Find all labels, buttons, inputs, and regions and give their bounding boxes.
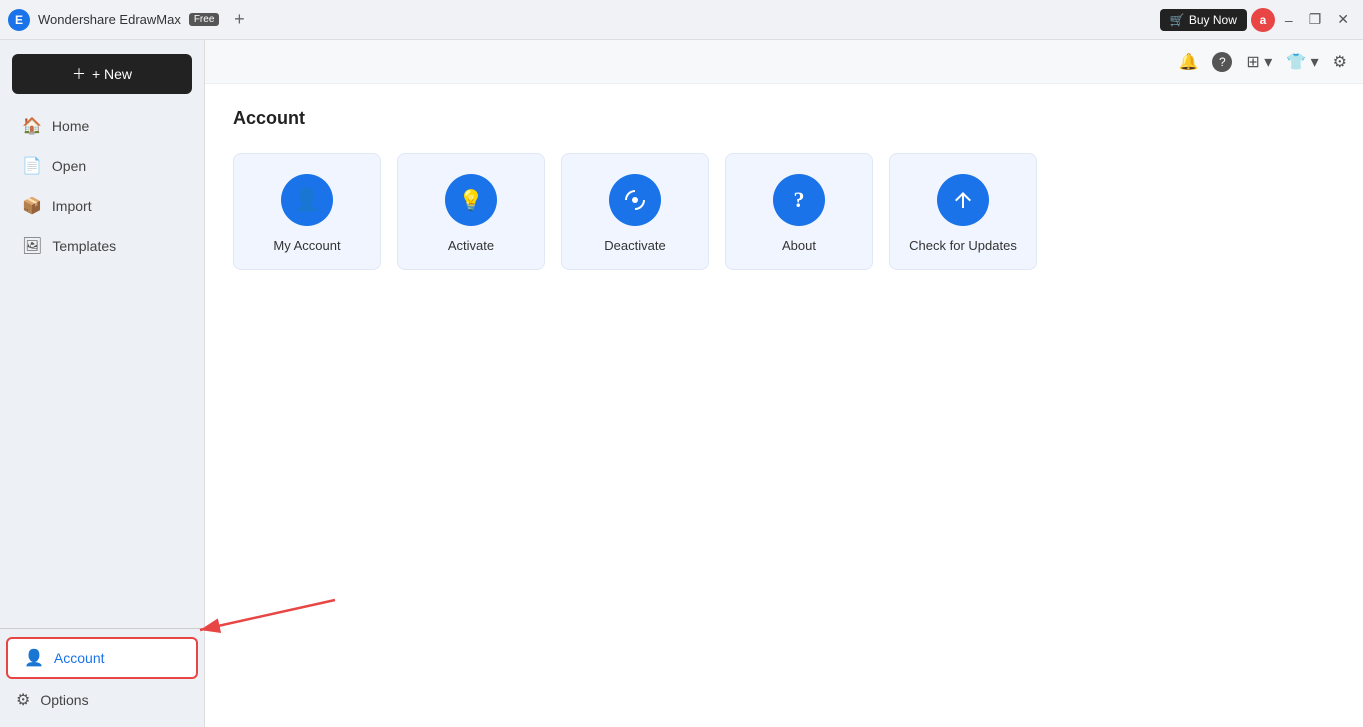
titlebar-right: 🛒 Buy Now a – ❐ ✕ [1160, 8, 1355, 32]
gear-icon[interactable]: ⚙ [1333, 52, 1347, 72]
sidebar-item-options[interactable]: ⚙ Options [0, 681, 204, 719]
sidebar-item-open[interactable]: 📄 Open [6, 147, 198, 185]
content-area: Account 👤 My Account 💡 Activate [205, 84, 1363, 727]
card-activate[interactable]: 💡 Activate [397, 153, 545, 270]
page-title: Account [233, 108, 1335, 129]
maximize-button[interactable]: ❐ [1303, 9, 1328, 30]
shirt-icon[interactable]: 👕 ▾ [1286, 52, 1318, 72]
home-icon: 🏠 [22, 116, 42, 136]
card-about[interactable]: ? About [725, 153, 873, 270]
cards-grid: 👤 My Account 💡 Activate [233, 153, 1335, 270]
buy-now-button[interactable]: 🛒 Buy Now [1160, 9, 1247, 31]
new-tab-button[interactable]: + [227, 8, 251, 32]
open-icon: 📄 [22, 156, 42, 176]
new-button[interactable]: ＋ + New [12, 54, 192, 94]
titlebar-left: E Wondershare EdrawMax Free + [8, 8, 251, 32]
help-icon[interactable]: ? [1212, 52, 1232, 72]
close-button[interactable]: ✕ [1331, 9, 1355, 30]
card-my-account[interactable]: 👤 My Account [233, 153, 381, 270]
sidebar-item-templates[interactable]: 🖼 Templates [6, 227, 198, 265]
card-deactivate[interactable]: Deactivate [561, 153, 709, 270]
app-title: Wondershare EdrawMax [38, 12, 181, 27]
grid-icon[interactable]: ⊞ ▾ [1246, 52, 1272, 72]
titlebar: E Wondershare EdrawMax Free + 🛒 Buy Now … [0, 0, 1363, 40]
minimize-button[interactable]: – [1279, 10, 1299, 30]
user-avatar[interactable]: a [1251, 8, 1275, 32]
app-logo: E [8, 9, 30, 31]
card-check-updates[interactable]: Check for Updates [889, 153, 1037, 270]
my-account-icon: 👤 [281, 174, 333, 226]
sidebar-item-home[interactable]: 🏠 Home [6, 107, 198, 145]
options-icon: ⚙ [16, 690, 30, 710]
activate-icon: 💡 [445, 174, 497, 226]
templates-icon: 🖼 [22, 236, 42, 256]
toolbar: 🔔 ? ⊞ ▾ 👕 ▾ ⚙ [205, 40, 1363, 84]
free-badge: Free [189, 13, 220, 26]
deactivate-icon [609, 174, 661, 226]
sidebar-bottom: 👤 Account ⚙ Options [0, 628, 204, 719]
main-layout: ＋ + New 🏠 Home 📄 Open 📦 Import 🖼 Templat… [0, 40, 1363, 727]
about-icon: ? [773, 174, 825, 226]
plus-icon: ＋ [72, 64, 86, 84]
sidebar-item-import[interactable]: 📦 Import [6, 187, 198, 225]
bell-icon[interactable]: 🔔 [1178, 52, 1198, 72]
import-icon: 📦 [22, 196, 42, 216]
sidebar: ＋ + New 🏠 Home 📄 Open 📦 Import 🖼 Templat… [0, 40, 205, 727]
sidebar-item-account[interactable]: 👤 Account [6, 637, 198, 679]
check-updates-icon [937, 174, 989, 226]
account-icon: 👤 [24, 648, 44, 668]
cart-icon: 🛒 [1170, 13, 1185, 27]
